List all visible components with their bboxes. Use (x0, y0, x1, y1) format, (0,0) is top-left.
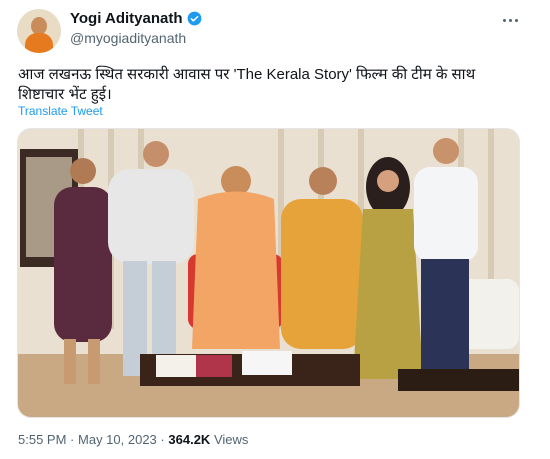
tweet-photo[interactable] (17, 128, 520, 418)
tweet-meta: 5:55 PM · May 10, 2023 · 364.2K Views (18, 432, 248, 447)
views-label: Views (213, 432, 249, 447)
tweet-date[interactable]: May 10, 2023 (78, 432, 157, 447)
verified-badge-icon (187, 11, 201, 26)
avatar[interactable] (17, 9, 61, 53)
tweet-card: Yogi Adityanath @myogiadityanath आज लखनऊ… (0, 0, 550, 459)
author-name-row: Yogi Adityanath (70, 10, 202, 27)
translate-tweet-link[interactable]: Translate Tweet (18, 104, 103, 118)
tweet-time[interactable]: 5:55 PM (18, 432, 66, 447)
views-count: 364.2K (168, 432, 211, 447)
more-options-icon[interactable] (500, 10, 520, 30)
author-handle[interactable]: @myogiadityanath (70, 30, 186, 46)
avatar-robe (25, 33, 53, 53)
meta-separator: · (70, 432, 75, 447)
author-display-name[interactable]: Yogi Adityanath (70, 10, 183, 27)
tweet-text: आज लखनऊ स्थित सरकारी आवास पर 'The Kerala… (18, 66, 476, 103)
meta-separator-2: · (160, 432, 165, 447)
tweet-photo-illustration (18, 129, 519, 417)
